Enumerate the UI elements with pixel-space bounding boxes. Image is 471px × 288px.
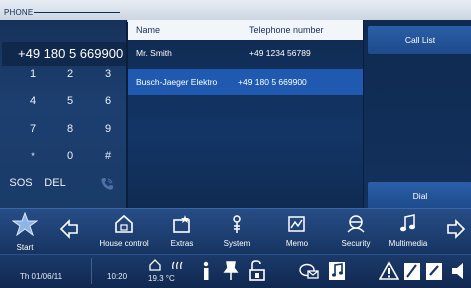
column-header-name: Name [136, 25, 161, 35]
nav-system[interactable]: System [217, 214, 257, 254]
system-icon [233, 215, 241, 233]
status-temperature: 19.3 °C [148, 274, 175, 283]
key-5[interactable]: 5 [51, 88, 89, 114]
home-temperature-icon [149, 259, 161, 271]
dial-button[interactable]: Dial [368, 182, 471, 210]
memo-icon [288, 216, 305, 232]
table-row-selected[interactable]: Busch-Jaeger Elektro +49 180 5 669900 [128, 69, 363, 95]
column-header-number: Telephone number [249, 25, 324, 35]
table-row[interactable]: Mr. Smith +49 1234 56789 [128, 40, 363, 66]
music-note-icon [400, 214, 415, 232]
note-edit-icon[interactable] [403, 260, 421, 282]
status-time: 10:20 [107, 272, 128, 281]
phone-mute-icon[interactable] [425, 260, 443, 282]
speaker-icon[interactable] [450, 260, 468, 282]
contact-table: Name Telephone number Mr. Smith +49 1234… [128, 20, 363, 208]
row-name: Mr. Smith [136, 48, 172, 58]
key-hash[interactable]: # [89, 143, 127, 169]
divider [91, 258, 92, 284]
message-icon[interactable] [298, 260, 320, 282]
start-button[interactable]: Start [10, 211, 40, 254]
security-icon [347, 215, 365, 233]
keypad-panel: +49 180 5 669900 1 2 3 4 5 6 7 8 9 * 0 #… [0, 20, 127, 208]
key-6[interactable]: 6 [89, 88, 127, 114]
warning-icon[interactable] [379, 260, 399, 282]
info-icon[interactable] [197, 260, 215, 282]
phone-app: PHONE +49 180 5 669900 1 2 3 4 5 6 7 8 9… [0, 0, 471, 288]
page-title: PHONE [4, 8, 34, 17]
nav-label: Multimedia [388, 239, 428, 248]
music-icon[interactable] [328, 260, 346, 282]
nav-extras[interactable]: Extras [162, 214, 202, 254]
nav-multimedia[interactable]: Multimedia [383, 214, 433, 254]
key-2[interactable]: 2 [51, 61, 89, 87]
row-name: Busch-Jaeger Elektro [136, 77, 218, 87]
row-number: +49 1234 56789 [249, 48, 311, 58]
arrow-left-icon[interactable] [58, 218, 80, 240]
sos-button[interactable]: SOS [2, 170, 40, 196]
extras-icon [173, 215, 190, 233]
call-list-button[interactable]: Call List [368, 26, 471, 54]
key-7[interactable]: 7 [14, 116, 52, 142]
nav-label: Extras [170, 239, 194, 248]
nav-label: House control [99, 239, 149, 248]
status-date: Th 01/06/11 [20, 272, 63, 281]
row-number: +49 180 5 669900 [238, 77, 307, 87]
action-panel: Call List Dial [363, 20, 471, 210]
start-label: Start [16, 243, 34, 252]
title-divider [34, 12, 120, 13]
key-4[interactable]: 4 [14, 88, 52, 114]
key-0[interactable]: 0 [51, 143, 89, 169]
nav-label: Memo [285, 239, 309, 248]
house-icon [115, 214, 133, 233]
star-icon [11, 211, 39, 237]
phone-header: PHONE [0, 0, 471, 22]
handset-icon[interactable] [100, 177, 114, 191]
nav-security[interactable]: Security [336, 214, 376, 254]
delete-button[interactable]: DEL [36, 170, 74, 196]
key-9[interactable]: 9 [89, 116, 127, 142]
key-star[interactable]: * [14, 143, 52, 169]
heating-icon [172, 261, 183, 270]
pin-icon[interactable] [222, 260, 240, 282]
door-open-icon[interactable] [248, 260, 266, 282]
key-1[interactable]: 1 [14, 61, 52, 87]
nav-label: System [223, 239, 251, 248]
nav-house-control[interactable]: House control [92, 214, 156, 254]
key-8[interactable]: 8 [51, 116, 89, 142]
nav-memo[interactable]: Memo [277, 214, 317, 254]
nav-label: Security [341, 239, 371, 248]
table-header: Name Telephone number [128, 20, 363, 40]
key-3[interactable]: 3 [89, 61, 127, 87]
arrow-right-icon[interactable] [445, 218, 467, 240]
